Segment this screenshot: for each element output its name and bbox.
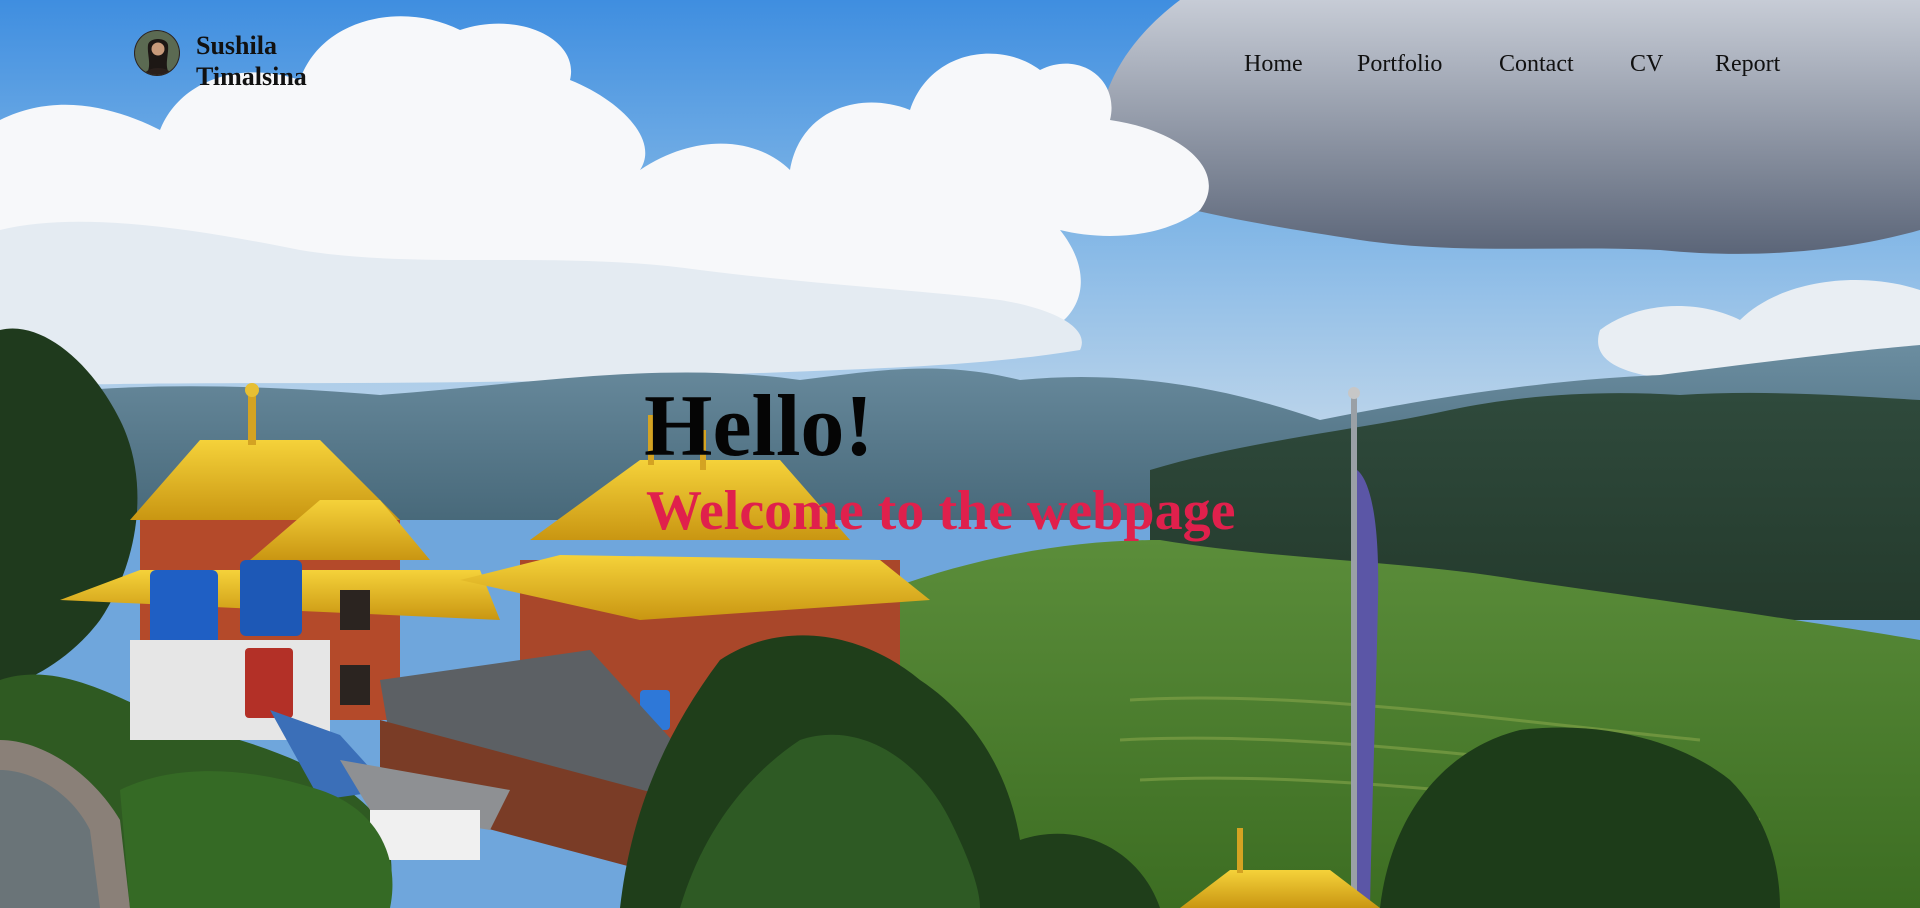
- avatar-portrait-icon: [135, 31, 179, 75]
- hero-background-image: [0, 0, 1920, 908]
- nav-cv-link[interactable]: CV: [1630, 48, 1663, 80]
- navbar: Sushila Timalsina Home Portfolio Contact…: [0, 0, 1920, 110]
- hero-title: Hello!: [644, 378, 874, 475]
- nav-home-link[interactable]: Home: [1244, 48, 1303, 80]
- profile-avatar: [134, 30, 180, 76]
- nav-portfolio-link[interactable]: Portfolio: [1357, 48, 1442, 80]
- brand-logo-link[interactable]: Sushila Timalsina: [134, 30, 346, 92]
- nav-report-link[interactable]: Report: [1715, 48, 1780, 80]
- brand-name: Sushila Timalsina: [196, 31, 307, 91]
- hero-subtitle: Welcome to the webpage: [646, 480, 1236, 542]
- nav-contact-link[interactable]: Contact: [1499, 48, 1574, 80]
